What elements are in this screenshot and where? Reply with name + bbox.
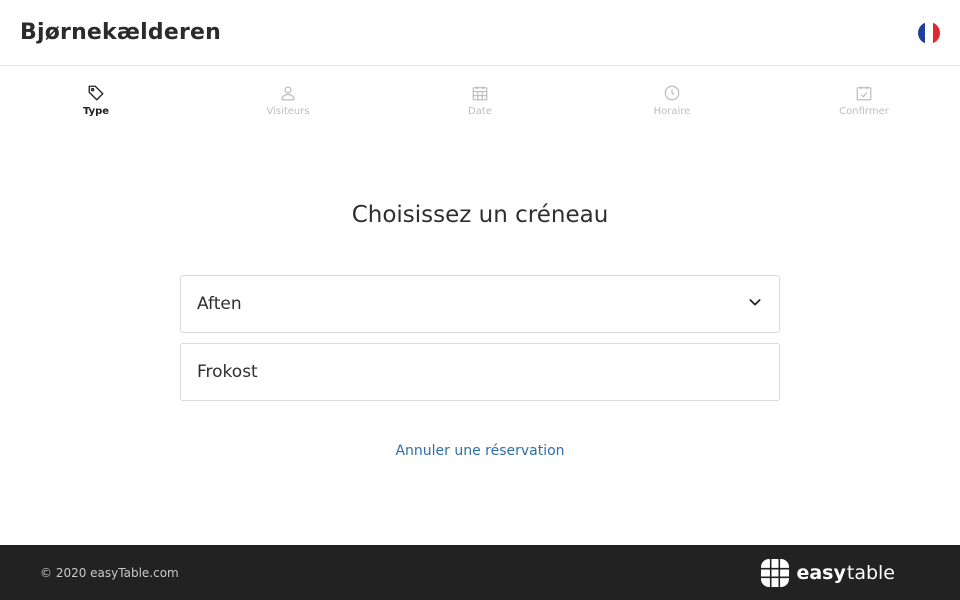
flag-france-icon[interactable] <box>918 21 940 44</box>
user-icon <box>281 86 295 101</box>
tag-icon <box>88 85 104 101</box>
brand-table: table <box>846 561 895 584</box>
clock-icon <box>664 85 680 101</box>
step-time-label: Horaire <box>653 106 691 117</box>
cancel-reservation-link[interactable]: Annuler une réservation <box>0 443 960 459</box>
slot-label: Frokost <box>197 362 258 382</box>
slot-option-frokost[interactable]: Frokost <box>180 343 780 401</box>
chevron-down-icon <box>747 294 763 315</box>
header: Bjørnekælderen <box>0 0 960 66</box>
step-date-label: Date <box>468 106 492 117</box>
step-confirm-label: Confirmer <box>839 106 889 117</box>
page-title: Choisissez un créneau <box>351 202 609 228</box>
calendar-check-icon <box>856 86 872 101</box>
step-time[interactable]: Horaire <box>576 66 768 136</box>
step-confirm[interactable]: Confirmer <box>768 66 960 136</box>
easytable-logo-icon <box>761 558 790 587</box>
slot-label: Aften <box>197 294 242 314</box>
copyright-text: © 2020 easyTable.com <box>40 565 179 580</box>
booking-steps: Type Visiteurs Date Horaire Confirmer <box>0 66 960 136</box>
brand-easy: easy <box>796 561 846 584</box>
restaurant-name: Bjørnekælderen <box>20 20 221 45</box>
step-visitors-label: Visiteurs <box>266 106 310 117</box>
easytable-logo[interactable]: easy table <box>761 558 895 587</box>
step-type-label: Type <box>82 106 110 117</box>
step-type[interactable]: Type <box>0 66 192 136</box>
calendar-icon <box>472 86 488 101</box>
step-date[interactable]: Date <box>384 66 576 136</box>
step-visitors[interactable]: Visiteurs <box>192 66 384 136</box>
slot-option-aften[interactable]: Aften <box>180 275 780 333</box>
footer: © 2020 easyTable.com easy table <box>0 545 960 600</box>
